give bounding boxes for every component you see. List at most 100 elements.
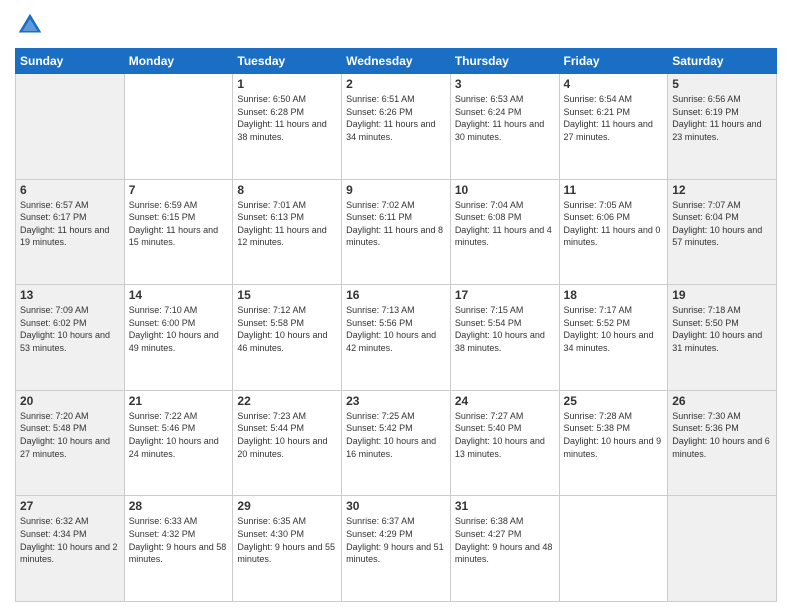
day-number: 19 [672,288,772,302]
calendar-cell: 26 Sunrise: 7:30 AM Sunset: 5:36 PM Dayli… [668,390,777,496]
day-number: 8 [237,183,337,197]
day-info: Sunrise: 6:56 AM Sunset: 6:19 PM Dayligh… [672,93,772,143]
day-number: 1 [237,77,337,91]
day-info: Sunrise: 6:38 AM Sunset: 4:27 PM Dayligh… [455,515,555,565]
day-info: Sunrise: 7:28 AM Sunset: 5:38 PM Dayligh… [564,410,664,460]
day-info: Sunrise: 7:07 AM Sunset: 6:04 PM Dayligh… [672,199,772,249]
day-info: Sunrise: 7:30 AM Sunset: 5:36 PM Dayligh… [672,410,772,460]
day-info: Sunrise: 7:10 AM Sunset: 6:00 PM Dayligh… [129,304,229,354]
day-number: 12 [672,183,772,197]
day-number: 29 [237,499,337,513]
day-number: 4 [564,77,664,91]
calendar-cell: 30 Sunrise: 6:37 AM Sunset: 4:29 PM Dayli… [342,496,451,602]
calendar-cell: 21Sunrise: 7:22 AM Sunset: 5:46 PM Dayli… [124,390,233,496]
calendar-cell [124,74,233,180]
calendar-cell: 31 Sunrise: 6:38 AM Sunset: 4:27 PM Dayli… [450,496,559,602]
calendar-cell: 17Sunrise: 7:15 AM Sunset: 5:54 PM Dayli… [450,285,559,391]
day-number: 26 [672,394,772,408]
calendar-cell: 2Sunrise: 6:51 AM Sunset: 6:26 PM Daylig… [342,74,451,180]
logo [15,10,49,40]
calendar-cell: 9 Sunrise: 7:02 AM Sunset: 6:11 PM Daylig… [342,179,451,285]
calendar-cell: 29 Sunrise: 6:35 AM Sunset: 4:30 PM Dayli… [233,496,342,602]
calendar-cell [668,496,777,602]
calendar-cell: 28 Sunrise: 6:33 AM Sunset: 4:32 PM Dayli… [124,496,233,602]
day-info: Sunrise: 6:37 AM Sunset: 4:29 PM Dayligh… [346,515,446,565]
calendar-cell: 4 Sunrise: 6:54 AM Sunset: 6:21 PM Daylig… [559,74,668,180]
calendar-cell [16,74,125,180]
header-wednesday: Wednesday [342,49,451,74]
calendar-cell [559,496,668,602]
day-info: Sunrise: 7:25 AM Sunset: 5:42 PM Dayligh… [346,410,446,460]
calendar-cell: 3 Sunrise: 6:53 AM Sunset: 6:24 PM Daylig… [450,74,559,180]
calendar-cell: 6 Sunrise: 6:57 AM Sunset: 6:17 PM Daylig… [16,179,125,285]
day-info: Sunrise: 6:33 AM Sunset: 4:32 PM Dayligh… [129,515,229,565]
day-number: 23 [346,394,446,408]
calendar-cell: 25 Sunrise: 7:28 AM Sunset: 5:38 PM Dayli… [559,390,668,496]
calendar-cell: 1 Sunrise: 6:50 AM Sunset: 6:28 PM Daylig… [233,74,342,180]
header-saturday: Saturday [668,49,777,74]
day-info: Sunrise: 7:17 AM Sunset: 5:52 PM Dayligh… [564,304,664,354]
page: SundayMondayTuesdayWednesdayThursdayFrid… [0,0,792,612]
day-info: Sunrise: 6:59 AM Sunset: 6:15 PM Dayligh… [129,199,229,249]
day-number: 9 [346,183,446,197]
day-number: 31 [455,499,555,513]
day-number: 14 [129,288,229,302]
header-tuesday: Tuesday [233,49,342,74]
calendar-cell: 10Sunrise: 7:04 AM Sunset: 6:08 PM Dayli… [450,179,559,285]
day-info: Sunrise: 6:50 AM Sunset: 6:28 PM Dayligh… [237,93,337,143]
calendar-table: SundayMondayTuesdayWednesdayThursdayFrid… [15,48,777,602]
calendar-cell: 7 Sunrise: 6:59 AM Sunset: 6:15 PM Daylig… [124,179,233,285]
day-info: Sunrise: 6:54 AM Sunset: 6:21 PM Dayligh… [564,93,664,143]
day-info: Sunrise: 7:27 AM Sunset: 5:40 PM Dayligh… [455,410,555,460]
day-info: Sunrise: 7:02 AM Sunset: 6:11 PM Dayligh… [346,199,446,249]
header-sunday: Sunday [16,49,125,74]
day-info: Sunrise: 7:22 AM Sunset: 5:46 PM Dayligh… [129,410,229,460]
day-number: 27 [20,499,120,513]
day-info: Sunrise: 6:32 AM Sunset: 4:34 PM Dayligh… [20,515,120,565]
day-number: 6 [20,183,120,197]
calendar-cell: 12 Sunrise: 7:07 AM Sunset: 6:04 PM Dayli… [668,179,777,285]
day-number: 15 [237,288,337,302]
day-number: 20 [20,394,120,408]
calendar-week-1: 6 Sunrise: 6:57 AM Sunset: 6:17 PM Daylig… [16,179,777,285]
day-info: Sunrise: 7:20 AM Sunset: 5:48 PM Dayligh… [20,410,120,460]
day-info: Sunrise: 6:53 AM Sunset: 6:24 PM Dayligh… [455,93,555,143]
day-info: Sunrise: 6:57 AM Sunset: 6:17 PM Dayligh… [20,199,120,249]
day-number: 7 [129,183,229,197]
day-number: 24 [455,394,555,408]
calendar-cell: 27 Sunrise: 6:32 AM Sunset: 4:34 PM Dayli… [16,496,125,602]
day-info: Sunrise: 7:12 AM Sunset: 5:58 PM Dayligh… [237,304,337,354]
day-number: 18 [564,288,664,302]
calendar-week-2: 13 Sunrise: 7:09 AM Sunset: 6:02 PM Dayli… [16,285,777,391]
calendar-cell: 16Sunrise: 7:13 AM Sunset: 5:56 PM Dayli… [342,285,451,391]
day-info: Sunrise: 6:35 AM Sunset: 4:30 PM Dayligh… [237,515,337,565]
calendar-cell: 23 Sunrise: 7:25 AM Sunset: 5:42 PM Dayli… [342,390,451,496]
calendar-cell: 15 Sunrise: 7:12 AM Sunset: 5:58 PM Dayli… [233,285,342,391]
day-info: Sunrise: 6:51 AM Sunset: 6:26 PM Dayligh… [346,93,446,143]
day-number: 11 [564,183,664,197]
day-number: 28 [129,499,229,513]
logo-icon [15,10,45,40]
day-number: 22 [237,394,337,408]
calendar-header-row: SundayMondayTuesdayWednesdayThursdayFrid… [16,49,777,74]
calendar-cell: 14 Sunrise: 7:10 AM Sunset: 6:00 PM Dayli… [124,285,233,391]
calendar-cell: 22 Sunrise: 7:23 AM Sunset: 5:44 PM Dayli… [233,390,342,496]
calendar-cell: 8Sunrise: 7:01 AM Sunset: 6:13 PM Daylig… [233,179,342,285]
calendar-week-4: 27 Sunrise: 6:32 AM Sunset: 4:34 PM Dayli… [16,496,777,602]
day-info: Sunrise: 7:09 AM Sunset: 6:02 PM Dayligh… [20,304,120,354]
day-number: 5 [672,77,772,91]
day-number: 30 [346,499,446,513]
day-info: Sunrise: 7:18 AM Sunset: 5:50 PM Dayligh… [672,304,772,354]
day-number: 25 [564,394,664,408]
day-number: 13 [20,288,120,302]
header-thursday: Thursday [450,49,559,74]
calendar-week-3: 20 Sunrise: 7:20 AM Sunset: 5:48 PM Dayli… [16,390,777,496]
day-number: 3 [455,77,555,91]
header-monday: Monday [124,49,233,74]
day-number: 17 [455,288,555,302]
calendar-cell: 11Sunrise: 7:05 AM Sunset: 6:06 PM Dayli… [559,179,668,285]
day-info: Sunrise: 7:23 AM Sunset: 5:44 PM Dayligh… [237,410,337,460]
calendar-cell: 24 Sunrise: 7:27 AM Sunset: 5:40 PM Dayli… [450,390,559,496]
calendar-week-0: 1 Sunrise: 6:50 AM Sunset: 6:28 PM Daylig… [16,74,777,180]
calendar-cell: 19 Sunrise: 7:18 AM Sunset: 5:50 PM Dayli… [668,285,777,391]
